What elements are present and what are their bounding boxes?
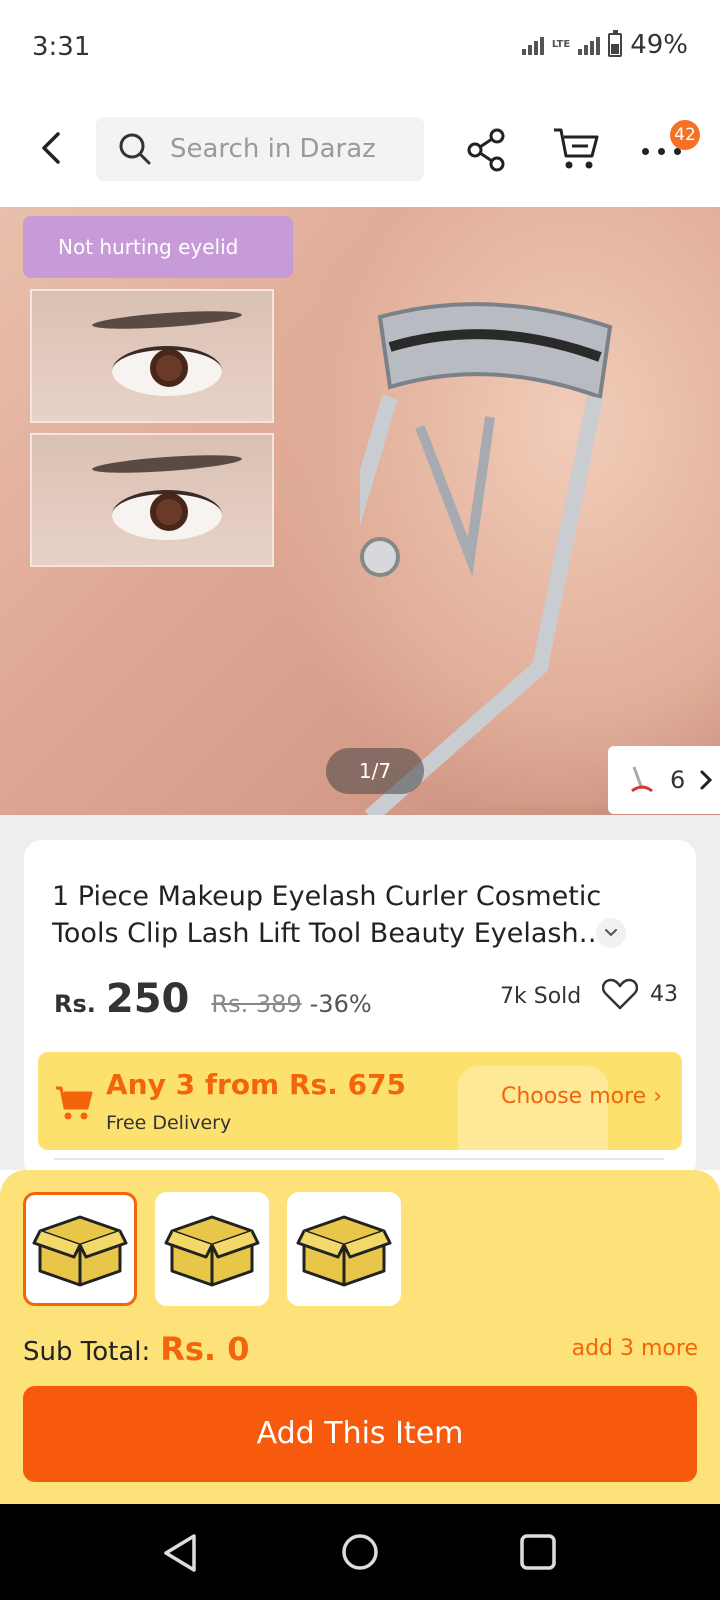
- chevron-right-icon: ›: [653, 1084, 662, 1109]
- bundle-bottom-sheet: Sub Total: Rs. 0 add 3 more Add This Ite…: [0, 1170, 720, 1504]
- discount-percent: -36%: [309, 990, 372, 1018]
- subtotal-label: Sub Total:: [23, 1337, 151, 1367]
- battery-icon: [608, 30, 623, 57]
- divider: [54, 1158, 664, 1160]
- share-button[interactable]: [466, 128, 506, 176]
- bundle-slot-2[interactable]: [155, 1192, 269, 1306]
- status-time: 3:31: [32, 32, 91, 62]
- bundle-slot-3[interactable]: [287, 1192, 401, 1306]
- status-bar: 3:31 LTE 49%: [0, 0, 720, 100]
- product-image-gallery[interactable]: Not hurting eyelid 1/7: [0, 207, 720, 815]
- add-more-hint: add 3 more: [571, 1336, 698, 1361]
- cart-badge: 42: [670, 120, 700, 150]
- network-type: LTE: [551, 39, 571, 50]
- status-icons: LTE 49%: [521, 30, 688, 60]
- nav-recent-apps-icon[interactable]: [520, 1534, 556, 1570]
- nav-home-icon[interactable]: [340, 1532, 380, 1572]
- subtotal-value: Rs. 0: [160, 1330, 250, 1368]
- box-icon: [32, 1215, 128, 1287]
- promo-subtitle: Free Delivery: [106, 1112, 232, 1134]
- signal-icon-2: [578, 35, 601, 55]
- cart-promo-icon: [56, 1086, 93, 1120]
- box-icon: [296, 1215, 392, 1287]
- nav-back-icon[interactable]: [160, 1532, 200, 1574]
- before-eye-image: [30, 289, 274, 423]
- after-eye-image: [30, 433, 274, 567]
- back-arrow-icon: [42, 132, 60, 164]
- bundle-slot-1[interactable]: [23, 1192, 137, 1306]
- add-this-item-button[interactable]: Add This Item: [23, 1386, 697, 1482]
- variant-selector-chip[interactable]: 6: [608, 746, 720, 814]
- wishlist-button[interactable]: 43: [602, 978, 678, 1010]
- more-icon: [642, 148, 681, 155]
- price-row: Rs. 250 Rs. 389 -36%: [54, 976, 372, 1022]
- sold-count: 7k Sold: [500, 984, 582, 1009]
- subtotal: Sub Total: Rs. 0: [23, 1330, 249, 1368]
- image-pager: 1/7: [326, 748, 424, 794]
- more-button[interactable]: 42: [640, 120, 700, 174]
- current-price: 250: [105, 976, 190, 1022]
- choose-more-link[interactable]: Choose more ›: [501, 1084, 662, 1109]
- system-navigation-bar: [0, 1504, 720, 1600]
- image-overlay-tag: Not hurting eyelid: [23, 216, 293, 278]
- box-icon: [164, 1215, 260, 1287]
- eyelash-curler-illustration: [360, 302, 613, 815]
- battery-level: 49%: [630, 30, 688, 60]
- promo-title: Any 3 from Rs. 675: [106, 1068, 407, 1101]
- chevron-right-icon: [700, 770, 713, 790]
- back-button[interactable]: [30, 126, 74, 170]
- cart-icon: [554, 128, 599, 169]
- signal-icon: [521, 35, 544, 55]
- chevron-down-icon: [605, 929, 617, 937]
- choose-more-label: Choose more: [500, 1084, 647, 1109]
- variant-thumbnail-icon: [631, 766, 653, 793]
- variant-count: 6: [670, 766, 686, 794]
- price-currency: Rs.: [54, 990, 96, 1018]
- expand-title-button[interactable]: [596, 918, 626, 948]
- cart-button[interactable]: [552, 126, 600, 176]
- search-icon: [119, 133, 151, 165]
- wishlist-count: 43: [650, 981, 678, 1007]
- product-info-card: 1 Piece Makeup Eyelash Curler Cosmetic T…: [24, 840, 696, 1180]
- share-icon: [467, 128, 505, 172]
- original-price: Rs. 389: [211, 990, 302, 1018]
- top-nav: 42: [0, 100, 720, 204]
- product-title: 1 Piece Makeup Eyelash Curler Cosmetic T…: [52, 881, 606, 949]
- heart-icon: [602, 978, 638, 1010]
- search-input[interactable]: [170, 134, 390, 164]
- bundle-promo-banner[interactable]: Any 3 from Rs. 675 Free Delivery Choose …: [38, 1052, 682, 1150]
- search-bar[interactable]: [96, 117, 424, 181]
